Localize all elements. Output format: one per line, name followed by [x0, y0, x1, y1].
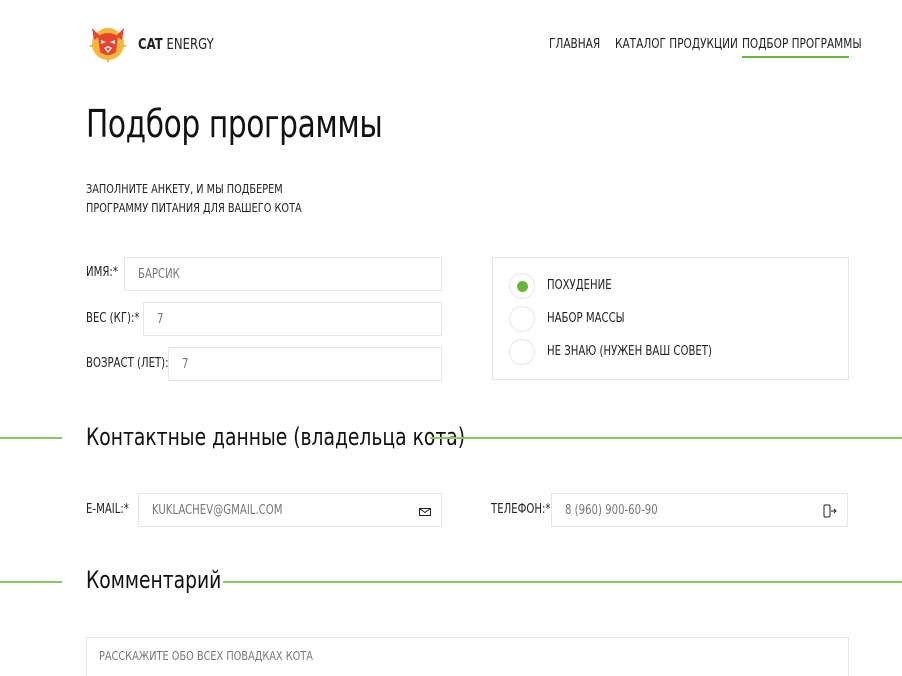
radio-label-dont-know[interactable]: НЕ ЗНАЮ (НУЖЕН ВАШ СОВЕТ) [547, 344, 759, 359]
page-title: Подбор программы [86, 102, 383, 146]
logo-bold: CAT [138, 35, 163, 53]
radio-selected-dot [517, 281, 528, 292]
comment-divider-right [223, 581, 902, 583]
comment-divider-left [0, 581, 62, 583]
comment-textarea[interactable]: РАССКАЖИТЕ ОБО ВСЕХ ПОВАДКАХ КОТА [86, 637, 849, 676]
comment-section-title: Комментарий [86, 566, 222, 594]
phone-icon [823, 503, 837, 522]
intro-line-2: ПРОГРАММУ ПИТАНИЯ ДЛЯ ВАШЕГО КОТА [86, 200, 302, 215]
radio-label-mass-gain[interactable]: НАБОР МАССЫ [547, 311, 647, 326]
radio-weight-loss[interactable] [509, 273, 535, 299]
nav-home[interactable]: ГЛАВНАЯ [549, 36, 615, 52]
intro-line-1: ЗАПОЛНИТЕ АНКЕТУ, И МЫ ПОДБЕРЕМ [86, 181, 283, 196]
radio-dont-know[interactable] [509, 339, 535, 365]
nav-program[interactable]: ПОДБОР ПРОГРАММЫ [742, 36, 895, 52]
radio-mass-gain[interactable] [509, 306, 535, 332]
name-input[interactable]: БАРСИК [124, 257, 442, 291]
section-divider-right [430, 437, 902, 439]
logo-icon[interactable] [86, 22, 130, 62]
age-input[interactable]: 7 [168, 347, 442, 381]
section-divider-left [0, 437, 62, 439]
nav-active-underline [742, 56, 849, 58]
weight-input[interactable]: 7 [143, 302, 442, 336]
logo-text[interactable]: CAT ENERGY [138, 35, 235, 53]
logo-light: ENERGY [166, 35, 214, 53]
goal-radio-group: ПОХУДЕНИЕ НАБОР МАССЫ НЕ ЗНАЮ (НУЖЕН ВАШ… [492, 257, 849, 380]
email-label: E-MAIL:* [86, 502, 129, 517]
email-input[interactable]: KUKLACHEV@GMAIL.COM [138, 493, 442, 527]
envelope-icon [419, 503, 431, 522]
phone-input[interactable]: 8 (960) 900-60-90 [551, 493, 848, 527]
name-label: ИМЯ:* [86, 265, 118, 280]
radio-label-weight-loss[interactable]: ПОХУДЕНИЕ [547, 278, 630, 293]
